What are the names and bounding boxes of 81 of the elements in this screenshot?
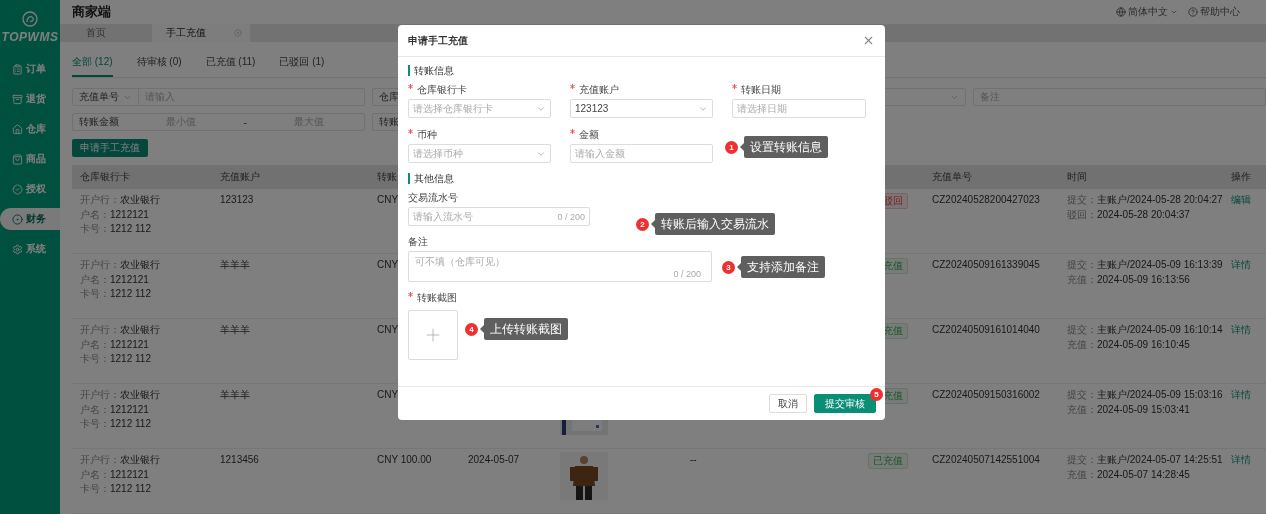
amount-text: CNY 100.00 (377, 453, 432, 467)
logo-icon (22, 10, 38, 27)
sidebar-item[interactable]: 授权 (0, 178, 60, 200)
field-label: 交易流水号 (408, 192, 458, 204)
action-link[interactable]: 详情 (1231, 323, 1266, 338)
step-badge: 1 (725, 140, 738, 154)
close-icon[interactable] (862, 34, 875, 47)
input-field[interactable]: 请输入金额 (570, 144, 713, 163)
order-number: CZ20240507142551004 (932, 453, 1040, 467)
account-text: 1213456 (220, 453, 259, 467)
sidebar-icon (12, 243, 23, 255)
amount-text: CNY (377, 258, 399, 272)
select-field[interactable]: 请选择币种 (408, 144, 551, 163)
page-title: 商家端 (72, 2, 111, 21)
column-header: 充值账户 (220, 170, 260, 184)
sidebar-item[interactable]: 系统 (0, 238, 60, 260)
date-text: 2024-05-07 (468, 453, 520, 467)
logo-text: TOPWMS (1, 29, 59, 44)
amount-text: CNY (377, 388, 399, 402)
select-field[interactable]: 123123 (570, 99, 713, 118)
account-text: 123123 (220, 193, 254, 207)
field-label: 转账截图 (417, 292, 457, 304)
column-header: 仓库银行卡 (80, 170, 130, 184)
amount-text: CNY (377, 323, 399, 337)
language-menu[interactable]: 简体中文 (1116, 4, 1178, 19)
apply-recharge-button[interactable]: 申请手工充值 (72, 139, 148, 157)
remark-text: -- (690, 453, 697, 467)
input-field[interactable]: 请输入流水号 0 / 200 (408, 207, 590, 226)
status-tab[interactable]: 待审核 (0) (136, 55, 182, 77)
account-text: 羊羊羊 (220, 323, 250, 337)
status-tab[interactable]: 已充值 (11) (205, 55, 256, 77)
column-header: 时间 (1067, 170, 1087, 184)
status-tab[interactable]: 已驳回 (1) (279, 55, 325, 77)
action-link[interactable]: 详情 (1231, 453, 1266, 468)
sidebar-item[interactable]: 订单 (0, 58, 60, 80)
column-header: 操作 (1231, 170, 1251, 184)
sidebar-icon (12, 153, 23, 165)
account-text: 羊羊羊 (220, 388, 250, 402)
order-number: CZ20240509150316002 (932, 388, 1040, 402)
sidebar-icon (12, 93, 23, 105)
order-number: CZ20240509161339045 (932, 258, 1040, 272)
step-badge: 5 (870, 388, 883, 401)
select-field[interactable]: 请选择仓库银行卡 (408, 99, 551, 118)
upload-button[interactable] (408, 310, 458, 360)
dialog-title: 申请手工充值 (408, 33, 468, 48)
column-header: 充值单号 (932, 170, 972, 184)
column-header: 转账 (377, 170, 397, 184)
sidebar-icon (12, 123, 23, 135)
sidebar-icon (12, 213, 23, 225)
help-link[interactable]: 帮助中心 (1188, 4, 1240, 19)
sidebar-item[interactable]: 财务 (0, 208, 60, 230)
field-label: 备注 (408, 236, 428, 248)
step-badge: 3 (722, 260, 735, 274)
section-title: 其他信息 (408, 173, 454, 184)
textarea-field[interactable]: 可不填（仓库可见） 0 / 200 (408, 251, 712, 282)
field-label: 币种 (417, 129, 437, 141)
account-text: 羊羊羊 (220, 258, 250, 272)
action-link[interactable]: 详情 (1231, 388, 1266, 403)
section-title: 转账信息 (408, 65, 454, 76)
cancel-button[interactable]: 取消 (769, 394, 807, 413)
sidebar-item[interactable]: 仓库 (0, 118, 60, 140)
sidebar-icon (12, 183, 23, 195)
field-label: 转账日期 (741, 84, 781, 96)
input-field[interactable]: 请选择日期 (732, 99, 866, 118)
sidebar-item[interactable]: 商品 (0, 148, 60, 170)
step-badge: 4 (465, 322, 478, 336)
field-label: 仓库银行卡 (417, 84, 467, 96)
action-link[interactable]: 编辑 (1231, 193, 1266, 208)
status-tab[interactable]: 全部 (12) (72, 55, 113, 77)
status-tag: 已充值 (868, 453, 908, 469)
order-number: CZ20240509161014040 (932, 323, 1040, 337)
help-icon (1188, 6, 1198, 17)
field-label: 金额 (579, 129, 599, 141)
step-badge: 2 (636, 217, 649, 231)
action-link[interactable]: 详情 (1231, 258, 1266, 273)
field-label: 充值账户 (579, 84, 619, 96)
sidebar-icon (12, 63, 23, 75)
order-number: CZ20240528200427023 (932, 193, 1040, 207)
sidebar-item[interactable]: 退货 (0, 88, 60, 110)
amount-text: CNY (377, 193, 399, 207)
globe-icon (1116, 6, 1126, 17)
